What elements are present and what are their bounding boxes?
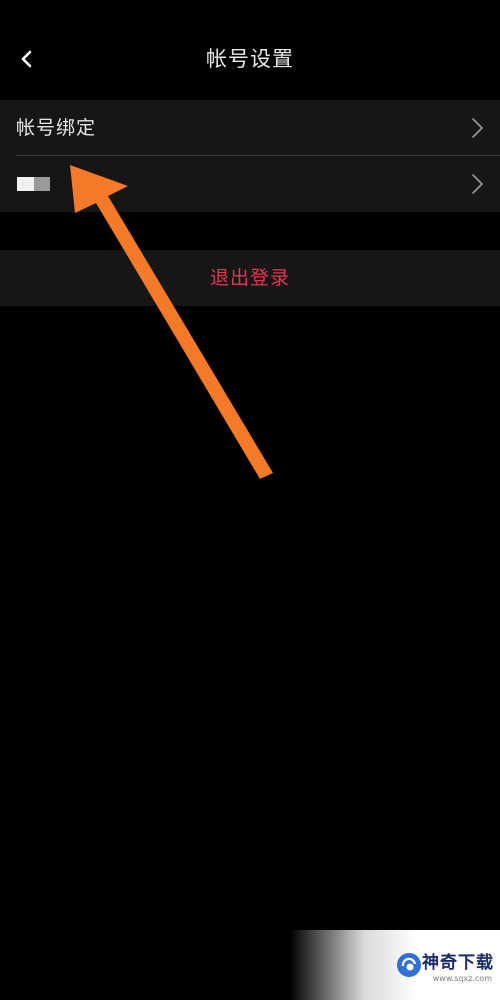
page-title: 帐号设置	[206, 47, 294, 71]
app-header: 帐号设置	[0, 0, 500, 100]
account-binding-row[interactable]: 帐号绑定	[0, 100, 500, 156]
logout-group: 退出登录	[0, 250, 500, 306]
logout-button[interactable]: 退出登录	[0, 250, 500, 306]
watermark-logo-icon	[397, 953, 421, 977]
arrow-shape	[70, 165, 273, 479]
account-binding-label: 帐号绑定	[16, 117, 97, 139]
masked-label-block	[17, 177, 50, 191]
watermark-url: www.sqxz.com	[432, 974, 492, 983]
chevron-right-icon	[472, 174, 483, 194]
watermark: 神奇下载 www.sqxz.com	[290, 930, 500, 1000]
watermark-name: 神奇下载	[422, 953, 494, 973]
row-divider	[16, 155, 500, 156]
chevron-right-icon	[472, 118, 483, 138]
masked-setting-row[interactable]	[0, 156, 500, 212]
settings-group: 帐号绑定	[0, 100, 500, 212]
